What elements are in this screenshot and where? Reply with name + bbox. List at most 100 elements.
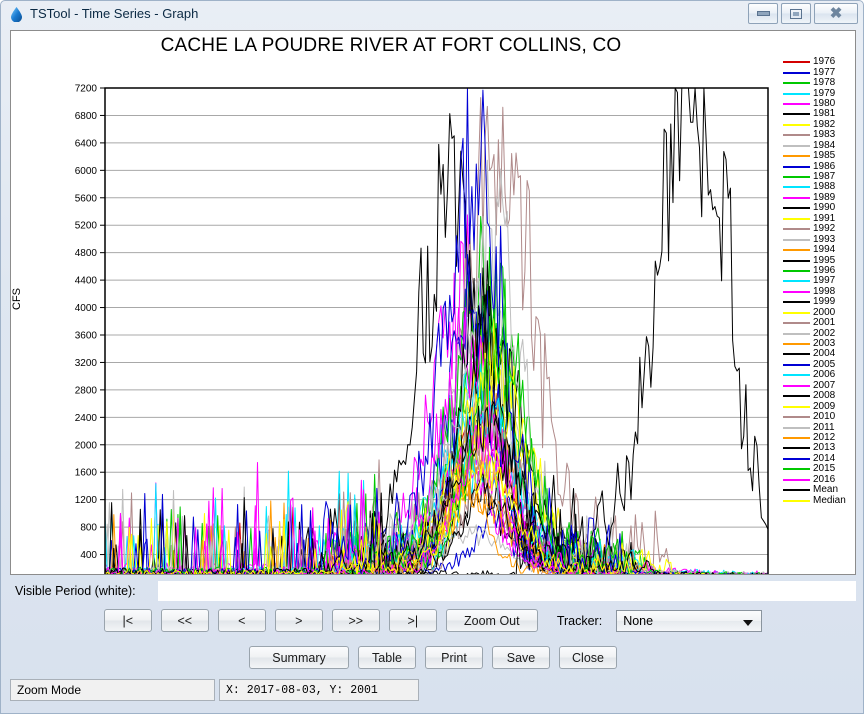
legend-color-swatch — [783, 343, 810, 345]
legend-color-swatch — [783, 312, 810, 314]
visible-period-field[interactable] — [158, 581, 856, 601]
minimize-icon — [757, 11, 770, 16]
print-button[interactable]: Print — [425, 646, 483, 669]
legend-item: Mean — [783, 485, 856, 495]
legend-color-swatch — [783, 166, 810, 168]
nav-forward-button[interactable]: > — [275, 609, 323, 632]
status-coordinates: X: 2017-08-03, Y: 2001 — [219, 679, 419, 701]
legend-label: 2015 — [813, 464, 835, 474]
legend-item: 2008 — [783, 391, 856, 401]
close-dialog-button[interactable]: Close — [559, 646, 617, 669]
legend-item: Median — [783, 495, 856, 505]
legend-color-swatch — [783, 239, 810, 241]
nav-last-button[interactable]: >| — [389, 609, 437, 632]
graph-panel[interactable]: CACHE LA POUDRE RIVER AT FORT COLLINS, C… — [10, 30, 856, 575]
legend-color-swatch — [783, 186, 810, 188]
legend-color-swatch — [783, 427, 810, 429]
save-button[interactable]: Save — [492, 646, 550, 669]
y-tick-label: 800 — [80, 523, 97, 534]
data-series-layer — [105, 88, 768, 574]
chart-legend: 1976197719781979198019811982198319841985… — [783, 57, 856, 506]
legend-color-swatch — [783, 145, 810, 147]
legend-color-swatch — [783, 260, 810, 262]
legend-label: 2010 — [813, 412, 835, 422]
tracker-label: Tracker: — [557, 614, 602, 628]
title-bar-left: TSTool - Time Series - Graph — [10, 5, 198, 23]
visible-period-row: Visible Period (white): — [10, 581, 856, 603]
water-drop-icon — [10, 7, 23, 22]
legend-item: 2010 — [783, 412, 856, 422]
window-controls: ✖ — [745, 3, 858, 24]
legend-label: 2004 — [813, 349, 835, 359]
legend-color-swatch — [783, 385, 810, 387]
legend-label: 2006 — [813, 370, 835, 380]
navigation-toolbar: |< << < > >> >| Zoom Out Tracker: None — [1, 609, 864, 632]
tracker-selected-value: None — [623, 614, 653, 628]
plot-canvas[interactable]: 0400800120016002000240028003200360040004… — [11, 31, 856, 574]
legend-color-swatch — [783, 197, 810, 199]
legend-label: 1992 — [813, 224, 835, 234]
tstool-graph-window: TSTool - Time Series - Graph ✖ CACHE LA … — [0, 0, 864, 714]
y-tick-label: 6800 — [75, 111, 98, 122]
nav-fast-forward-button[interactable]: >> — [332, 609, 380, 632]
legend-color-swatch — [783, 353, 810, 355]
series-line — [105, 160, 768, 574]
close-button[interactable]: ✖ — [814, 3, 858, 24]
legend-item: 2006 — [783, 370, 856, 380]
zoom-out-button[interactable]: Zoom Out — [446, 609, 538, 632]
legend-color-swatch — [783, 458, 810, 460]
legend-color-swatch — [783, 479, 810, 481]
legend-color-swatch — [783, 134, 810, 136]
legend-color-swatch — [783, 322, 810, 324]
legend-color-swatch — [783, 93, 810, 95]
y-tick-label: 400 — [80, 550, 97, 561]
y-tick-label: 1200 — [75, 495, 98, 506]
y-tick-label: 5200 — [75, 221, 98, 232]
legend-item: 1976 — [783, 57, 856, 67]
legend-color-swatch — [783, 61, 810, 63]
legend-color-swatch — [783, 280, 810, 282]
tracker-select[interactable]: None — [616, 610, 762, 632]
legend-color-swatch — [783, 291, 810, 293]
legend-color-swatch — [783, 447, 810, 449]
legend-item: 1999 — [783, 297, 856, 307]
y-tick-label: 7200 — [75, 84, 98, 95]
window-title: TSTool - Time Series - Graph — [30, 5, 198, 23]
nav-fast-back-button[interactable]: << — [161, 609, 209, 632]
legend-color-swatch — [783, 270, 810, 272]
y-tick-label: 4800 — [75, 248, 98, 259]
status-mode: Zoom Mode — [10, 679, 215, 701]
summary-button[interactable]: Summary — [249, 646, 349, 669]
legend-color-swatch — [783, 218, 810, 220]
legend-color-swatch — [783, 72, 810, 74]
legend-color-swatch — [783, 406, 810, 408]
legend-item: 1992 — [783, 224, 856, 234]
y-tick-label: 2000 — [75, 440, 98, 451]
legend-label: 1981 — [813, 109, 835, 119]
legend-label: 1976 — [813, 57, 835, 67]
nav-first-button[interactable]: |< — [104, 609, 152, 632]
legend-color-swatch — [783, 155, 810, 157]
legend-label: 1999 — [813, 297, 835, 307]
legend-color-swatch — [783, 416, 810, 418]
minimize-button[interactable] — [748, 3, 778, 24]
legend-item: 1990 — [783, 203, 856, 213]
legend-color-swatch — [783, 333, 810, 335]
nav-back-button[interactable]: < — [218, 609, 266, 632]
y-tick-label: 4000 — [75, 303, 98, 314]
legend-color-swatch — [783, 489, 810, 491]
table-button[interactable]: Table — [358, 646, 416, 669]
y-tick-label: 3200 — [75, 358, 98, 369]
legend-item: 1985 — [783, 151, 856, 161]
maximize-button[interactable] — [781, 3, 811, 24]
legend-color-swatch — [783, 176, 810, 178]
legend-color-swatch — [783, 364, 810, 366]
legend-label: 1983 — [813, 130, 835, 140]
legend-label: 1988 — [813, 182, 835, 192]
y-tick-label: 6000 — [75, 166, 98, 177]
y-tick-label: 2800 — [75, 385, 98, 396]
legend-color-swatch — [783, 437, 810, 439]
legend-color-swatch — [783, 124, 810, 126]
legend-color-swatch — [783, 374, 810, 376]
legend-color-swatch — [783, 113, 810, 115]
